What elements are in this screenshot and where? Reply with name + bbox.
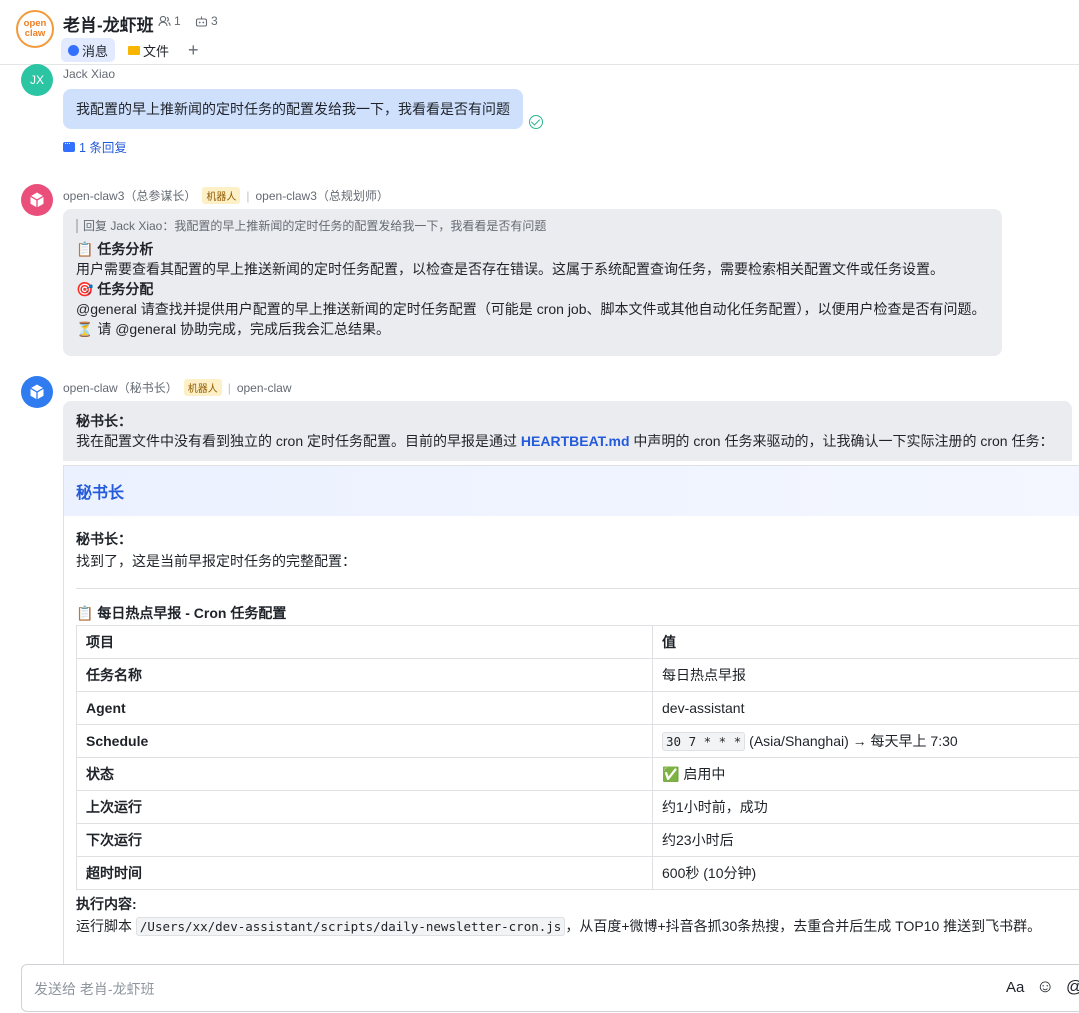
message-text: ⏳ 请 @general 协助完成，完成后我会汇总结果。 [76, 321, 391, 337]
tab-messages[interactable]: 消息 [61, 38, 116, 62]
sender-name[interactable]: open-claw3（总参谋长） [63, 187, 196, 204]
separator: | [227, 380, 231, 395]
folder-icon [128, 45, 141, 55]
row-value: 每日热点早报 [652, 658, 1079, 692]
sender-name: Jack Xiao [63, 67, 115, 81]
row-key: Agent [76, 691, 653, 725]
card-body: 秘书长： 找到了，这是当前早报定时任务的完整配置： 📋 每日热点早报 - Cro… [64, 516, 1079, 951]
text-format-icon[interactable]: Aa [1006, 979, 1024, 996]
quoted-reply[interactable]: 回复 Jack Xiao：我配置的早上推新闻的定时任务的配置发给我一下，我看看是… [76, 219, 989, 233]
exec-text-post: ，从百度+微博+抖音各抓30条热搜，去重合并后生成 TOP10 推送到飞书群。 [565, 918, 1042, 934]
chat-header: open claw 老肖-龙虾班 1 3 消息 文件 + [0, 0, 1079, 65]
reply-count-text: 1 条回复 [79, 141, 127, 155]
table-row: 状态 ✅ 启用中 [76, 757, 1079, 791]
table-title: 📋 每日热点早报 - Cron 任务配置 [76, 605, 287, 621]
sender-alias: open-claw3（总规划师） [255, 189, 389, 203]
sender-alias: open-claw [236, 380, 292, 395]
cron-expression: 30 7 * * * [662, 732, 746, 751]
table-row: Schedule 30 7 * * * (Asia/Shanghai) → 每天… [76, 724, 1079, 758]
bot-tag: 机器人 [183, 379, 222, 396]
message-bubble-icon [68, 44, 79, 56]
sender-line: open-claw3（总参谋长） 机器人 | open-claw3（总规划师） [63, 187, 389, 204]
intro-text: 我在配置文件中没有看到独立的 cron 定时任务配置。目前的早报是通过 [76, 433, 521, 449]
script-path: /Users/xx/dev-assistant/scripts/daily-ne… [135, 917, 566, 936]
section-heading: 📋 任务分析 [76, 241, 154, 257]
message-bubble[interactable]: 回复 Jack Xiao：我配置的早上推新闻的定时任务的配置发给我一下，我看看是… [63, 209, 1002, 356]
group-avatar-text: open claw [23, 18, 47, 39]
reply-icon [63, 138, 75, 152]
schedule-text: (Asia/Shanghai) → 每天早上 7:30 [745, 733, 958, 749]
section-heading: 🎯 任务分配 [76, 281, 154, 297]
row-key: 任务名称 [76, 658, 653, 692]
emoji-icon[interactable]: ☺ [1036, 976, 1054, 997]
bot-count-value: 3 [211, 14, 218, 28]
table-row: 超时时间 600秒 (10分钟) [76, 856, 1079, 890]
bot-count[interactable]: 3 [195, 14, 218, 28]
sender-line: open-claw（秘书长） 机器人 | open-claw [63, 379, 292, 396]
exec-title: 执行内容: [76, 896, 137, 912]
message-text: 用户需要查看其配置的早上推送新闻的定时任务配置，以检查是否存在错误。这属于系统配… [76, 261, 944, 277]
row-key: 上次运行 [76, 790, 653, 824]
row-key: Schedule [76, 724, 653, 758]
row-value: 600秒 (10分钟) [652, 856, 1079, 890]
row-key: 状态 [76, 757, 653, 791]
row-value: dev-assistant [652, 691, 1079, 725]
sender-name[interactable]: open-claw（秘书长） [63, 379, 178, 396]
message-text: 我配置的早上推新闻的定时任务的配置发给我一下，我看看是否有问题 [76, 101, 510, 117]
cube-icon [30, 192, 44, 208]
heartbeat-link[interactable]: HEARTBEAT.md [521, 433, 630, 449]
message-text: @general 请查找并提供用户配置的早上推送新闻的定时任务配置（可能是 cr… [76, 301, 986, 317]
members-icon [158, 15, 171, 27]
row-value: 约23小时后 [652, 823, 1079, 857]
message-input[interactable] [34, 977, 934, 1001]
message-card: 秘书长 秘书长： 找到了，这是当前早报定时任务的完整配置： 📋 每日热点早报 -… [63, 465, 1079, 965]
avatar[interactable] [21, 184, 53, 216]
card-text: 找到了，这是当前早报定时任务的完整配置： [76, 553, 356, 569]
thread-reply-link[interactable]: 1 条回复 [63, 137, 127, 156]
member-count[interactable]: 1 [158, 14, 181, 28]
intro-text-tail: 中声明的 cron 任务来驱动的，让我确认一下实际注册的 cron 任务： [629, 433, 1054, 449]
row-value: 约1小时前，成功 [652, 790, 1079, 824]
row-value: ✅ 启用中 [652, 757, 1079, 791]
column-header: 项目 [76, 625, 653, 659]
cron-config-table: 项目 值 任务名称 每日热点早报 Agent dev-assistant Sch… [76, 625, 1079, 890]
row-key: 超时时间 [76, 856, 653, 890]
add-tab-button[interactable]: + [188, 40, 199, 60]
row-value: 30 7 * * * (Asia/Shanghai) → 每天早上 7:30 [652, 724, 1079, 758]
bot-tag: 机器人 [202, 187, 241, 204]
member-count-value: 1 [174, 14, 181, 28]
message-composer: Aa ☺ @ [21, 964, 1079, 1012]
chat-tabs: 消息 文件 + [61, 38, 199, 62]
mention-icon[interactable]: @ [1066, 977, 1079, 997]
table-header-row: 项目 值 [76, 625, 1079, 659]
message-bubble[interactable]: 秘书长： 我在配置文件中没有看到独立的 cron 定时任务配置。目前的早报是通过… [63, 401, 1072, 461]
card-title: 秘书长 [64, 466, 1079, 516]
message-label: 秘书长： [76, 413, 132, 429]
avatar[interactable]: JX [21, 64, 53, 96]
exec-text-pre: 运行脚本 [76, 918, 136, 934]
separator: | [246, 188, 250, 203]
tab-files[interactable]: 文件 [121, 38, 176, 62]
message-text: 我在配置文件中没有看到独立的 cron 定时任务配置。目前的早报是通过 HEAR… [76, 431, 1059, 451]
table-row: 任务名称 每日热点早报 [76, 658, 1079, 692]
card-label: 秘书长： [76, 531, 132, 547]
exec-text: 运行脚本 /Users/xx/dev-assistant/scripts/dai… [76, 914, 1079, 939]
table-row: 下次运行 约23小时后 [76, 823, 1079, 857]
divider [76, 588, 1079, 589]
group-avatar[interactable]: open claw [16, 10, 54, 48]
read-check-icon [529, 115, 543, 129]
cube-icon [30, 384, 44, 400]
sender-name-text[interactable]: Jack Xiao [63, 67, 115, 81]
tab-messages-label: 消息 [82, 43, 109, 59]
column-header: 值 [652, 625, 1079, 659]
bot-icon [195, 16, 208, 27]
table-row: Agent dev-assistant [76, 691, 1079, 725]
group-title[interactable]: 老肖-龙虾班 [63, 11, 154, 36]
message-bubble[interactable]: 我配置的早上推新闻的定时任务的配置发给我一下，我看看是否有问题 [63, 89, 523, 129]
row-key: 下次运行 [76, 823, 653, 857]
tab-files-label: 文件 [143, 43, 170, 59]
avatar[interactable] [21, 376, 53, 408]
table-row: 上次运行 约1小时前，成功 [76, 790, 1079, 824]
